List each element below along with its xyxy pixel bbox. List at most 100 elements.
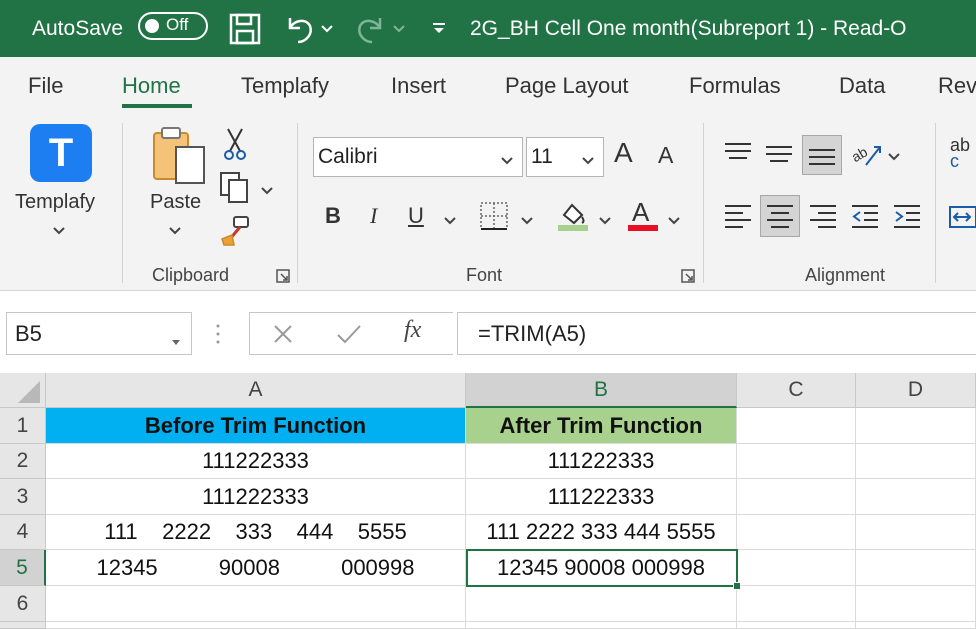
cell-a2[interactable]: 111222333 (46, 444, 466, 479)
insert-function-icon[interactable]: fx (404, 317, 421, 344)
cut-icon[interactable] (222, 127, 248, 166)
middle-align-icon[interactable] (764, 143, 794, 170)
cell-d4[interactable] (856, 515, 976, 550)
cell-a7[interactable] (46, 622, 466, 629)
align-right-icon[interactable] (808, 203, 838, 234)
autosave-toggle[interactable]: Off (138, 12, 208, 40)
cell-b1[interactable]: After Trim Function (466, 408, 737, 444)
cell-a5[interactable]: 12345 90008 000998 (46, 550, 466, 586)
tab-data[interactable]: Data (839, 73, 885, 99)
undo-dropdown-chevron-icon[interactable] (320, 0, 334, 57)
align-center-button[interactable] (760, 195, 800, 237)
templafy-logo-icon[interactable]: T (30, 124, 92, 182)
cell-d3[interactable] (856, 479, 976, 515)
cell-d6[interactable] (856, 586, 976, 622)
column-header-b[interactable]: B (466, 373, 737, 408)
italic-button[interactable]: I (370, 203, 377, 229)
templafy-chevron-icon[interactable] (52, 223, 66, 241)
row-header-7[interactable] (0, 622, 46, 629)
cell-c3[interactable] (737, 479, 856, 515)
cell-c1[interactable] (737, 408, 856, 444)
font-size-combo[interactable]: 11 (526, 137, 604, 177)
cell-b6[interactable] (466, 586, 737, 622)
format-painter-icon[interactable] (220, 215, 252, 252)
cell-a3[interactable]: 111222333 (46, 479, 466, 515)
paste-chevron-icon[interactable] (168, 223, 182, 241)
tab-file[interactable]: File (28, 73, 63, 99)
row-header-5[interactable]: 5 (0, 550, 46, 586)
orientation-icon[interactable]: ab (849, 139, 884, 174)
row-header-3[interactable]: 3 (0, 479, 46, 515)
cell-c5[interactable] (737, 550, 856, 586)
tab-templafy[interactable]: Templafy (241, 73, 329, 99)
grow-font-icon[interactable]: A (614, 137, 633, 169)
cell-c6[interactable] (737, 586, 856, 622)
cell-b2[interactable]: 111222333 (466, 444, 737, 479)
paste-icon[interactable] (150, 125, 208, 190)
wrap-text-icon-part[interactable]: c (950, 151, 959, 172)
shrink-font-icon[interactable]: A (658, 142, 673, 169)
font-color-chevron-icon[interactable] (667, 213, 681, 231)
align-left-icon[interactable] (723, 203, 753, 234)
underline-chevron-icon[interactable] (443, 213, 457, 231)
font-color-icon[interactable]: A (632, 197, 649, 228)
enter-icon[interactable] (336, 323, 362, 350)
column-header-a[interactable]: A (46, 373, 466, 408)
formula-input[interactable]: =TRIM(A5) (457, 312, 976, 355)
row-header-2[interactable]: 2 (0, 444, 46, 479)
fill-color-chevron-icon[interactable] (598, 213, 612, 231)
tab-insert[interactable]: Insert (391, 73, 446, 99)
cell-d2[interactable] (856, 444, 976, 479)
tab-home[interactable]: Home (122, 73, 181, 99)
row-header-1[interactable]: 1 (0, 408, 46, 444)
font-name-chevron-icon[interactable] (500, 148, 514, 172)
save-icon[interactable] (228, 0, 262, 57)
copy-icon[interactable] (219, 171, 251, 208)
column-header-d[interactable]: D (856, 373, 976, 408)
font-size-chevron-icon[interactable] (581, 148, 595, 172)
orientation-chevron-icon[interactable] (887, 149, 901, 167)
underline-button[interactable]: U (408, 203, 424, 229)
cell-b5[interactable]: 12345 90008 000998 (466, 550, 737, 586)
undo-icon[interactable] (282, 0, 316, 57)
paste-label[interactable]: Paste (150, 191, 201, 214)
column-header-c[interactable]: C (737, 373, 856, 408)
font-name-combo[interactable]: Calibri (313, 137, 523, 177)
cell-a1[interactable]: Before Trim Function (46, 408, 466, 444)
cell-b3[interactable]: 111222333 (466, 479, 737, 515)
cell-d1[interactable] (856, 408, 976, 444)
tab-formulas[interactable]: Formulas (689, 73, 781, 99)
formula-bar-grip-icon[interactable] (215, 323, 221, 350)
font-launcher-icon[interactable] (681, 269, 695, 288)
name-box-dropdown-icon[interactable] (171, 327, 181, 353)
tab-page-layout[interactable]: Page Layout (505, 73, 629, 99)
cell-c2[interactable] (737, 444, 856, 479)
top-align-icon[interactable] (723, 141, 753, 168)
cell-d5[interactable] (856, 550, 976, 586)
cell-c4[interactable] (737, 515, 856, 550)
fill-handle[interactable] (733, 582, 741, 590)
row-header-6[interactable]: 6 (0, 586, 46, 622)
name-box[interactable]: B5 (6, 312, 192, 355)
borders-icon[interactable] (479, 201, 509, 236)
copy-chevron-icon[interactable] (260, 183, 274, 201)
borders-chevron-icon[interactable] (520, 213, 534, 231)
row-header-4[interactable]: 4 (0, 515, 46, 550)
customize-qat-icon[interactable] (430, 0, 448, 57)
merge-center-icon[interactable] (948, 203, 976, 236)
bold-button[interactable]: B (325, 203, 341, 229)
cell-b4[interactable]: 111 2222 333 444 5555 (466, 515, 737, 550)
bottom-align-button[interactable] (802, 135, 842, 175)
tab-review[interactable]: Rev (938, 73, 976, 99)
templafy-button-label[interactable]: Templafy (15, 191, 95, 214)
increase-indent-icon[interactable] (892, 203, 922, 234)
cell-c7[interactable] (737, 622, 856, 629)
clipboard-launcher-icon[interactable] (276, 269, 290, 288)
cell-a4[interactable]: 111 2222 333 444 5555 (46, 515, 466, 550)
select-all-button[interactable] (0, 373, 46, 408)
cell-a6[interactable] (46, 586, 466, 622)
cell-d7[interactable] (856, 622, 976, 629)
cell-b7[interactable] (466, 622, 737, 629)
decrease-indent-icon[interactable] (850, 203, 880, 234)
fill-color-icon[interactable] (556, 199, 590, 238)
